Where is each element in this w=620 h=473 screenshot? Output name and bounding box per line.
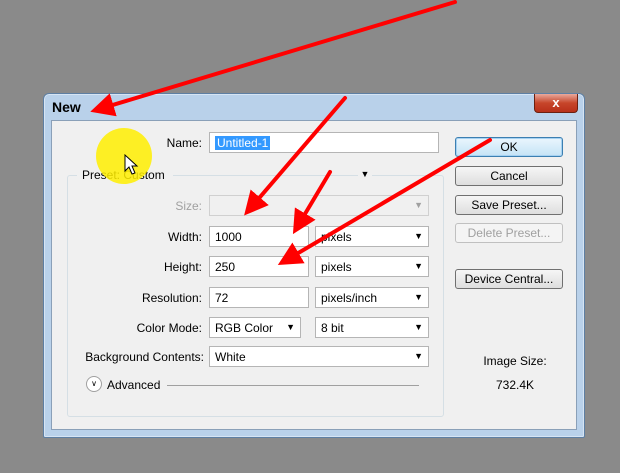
red-arrow-icon bbox=[90, 0, 492, 266]
